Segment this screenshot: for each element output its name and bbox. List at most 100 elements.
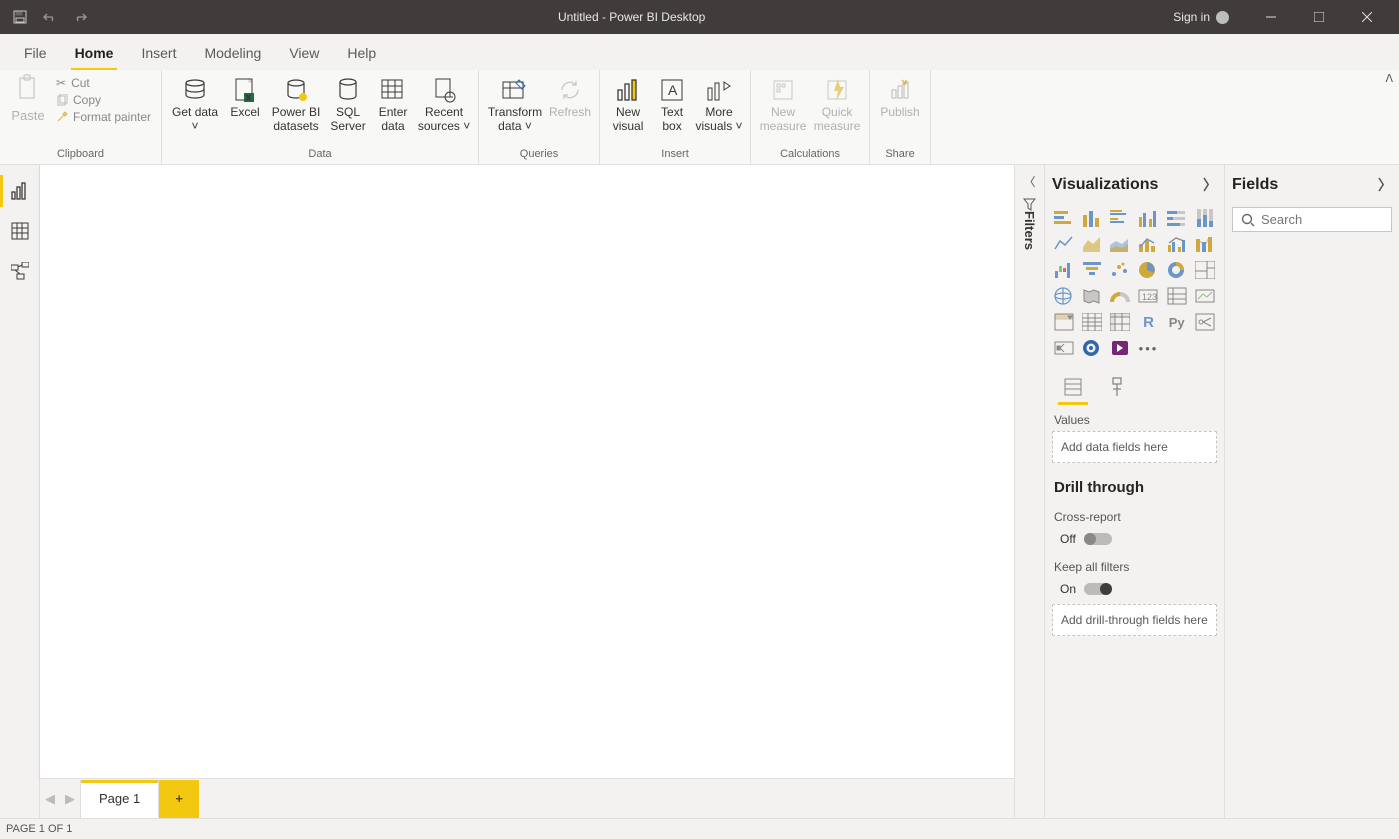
viz-waterfall-icon[interactable] <box>1052 259 1076 281</box>
viz-treemap-icon[interactable] <box>1193 259 1217 281</box>
viz-r-icon[interactable]: R <box>1136 311 1160 333</box>
fields-pane: Fields 〉 <box>1224 165 1399 818</box>
save-icon[interactable] <box>12 9 28 25</box>
svg-text:123: 123 <box>1142 292 1157 302</box>
sign-in-button[interactable]: Sign in <box>1173 10 1229 24</box>
get-data-button[interactable]: Get data ˅ <box>168 74 222 136</box>
page-tab-1[interactable]: Page 1 <box>80 780 159 818</box>
fields-search[interactable] <box>1232 207 1392 232</box>
values-dropzone[interactable]: Add data fields here <box>1052 431 1217 463</box>
cut-icon: ✂ <box>56 76 66 90</box>
tab-modeling[interactable]: Modeling <box>190 36 275 70</box>
tab-view[interactable]: View <box>275 36 333 70</box>
viz-powerapps-icon[interactable] <box>1108 337 1132 359</box>
viz-matrix-icon[interactable] <box>1108 311 1132 333</box>
viz-scatter-icon[interactable] <box>1108 259 1132 281</box>
viz-filled-map-icon[interactable] <box>1080 285 1104 307</box>
viz-donut-icon[interactable] <box>1165 259 1189 281</box>
text-box-button[interactable]: AText box <box>652 74 692 136</box>
view-report-button[interactable] <box>0 171 40 211</box>
viz-100-stacked-column-icon[interactable] <box>1193 207 1217 229</box>
viz-stacked-bar-icon[interactable] <box>1052 207 1076 229</box>
viz-python-icon[interactable]: Py <box>1165 311 1189 333</box>
group-calculations: New measure Quick measure Calculations <box>751 70 870 164</box>
tab-home[interactable]: Home <box>61 36 128 70</box>
paste-icon <box>16 74 40 108</box>
page-next-button[interactable]: ▶ <box>60 780 80 818</box>
viz-slicer-icon[interactable] <box>1052 311 1076 333</box>
viz-line-clustered-column-icon[interactable] <box>1165 233 1189 255</box>
add-page-button[interactable]: + <box>159 780 199 818</box>
new-visual-button[interactable]: New visual <box>606 74 650 136</box>
close-button[interactable] <box>1345 2 1389 32</box>
viz-decomposition-tree-icon[interactable] <box>1052 337 1076 359</box>
visualization-gallery: 123 R Py ••• <box>1052 205 1217 367</box>
viz-line-icon[interactable] <box>1052 233 1076 255</box>
viz-100-stacked-bar-icon[interactable] <box>1165 207 1189 229</box>
format-tab-button[interactable] <box>1102 373 1132 401</box>
cross-report-label: Cross-report <box>1054 510 1215 524</box>
transform-data-button[interactable]: Transform data ˅ <box>485 74 545 136</box>
publish-icon <box>885 76 915 104</box>
viz-area-icon[interactable] <box>1080 233 1104 255</box>
report-canvas[interactable] <box>40 165 1014 778</box>
viz-map-icon[interactable] <box>1052 285 1076 307</box>
publish-button: Publish <box>876 74 924 122</box>
redo-icon[interactable] <box>72 9 88 25</box>
viz-line-stacked-column-icon[interactable] <box>1136 233 1160 255</box>
fields-tab-button[interactable] <box>1058 373 1088 401</box>
group-queries: Transform data ˅ Refresh Queries <box>479 70 600 164</box>
tab-help[interactable]: Help <box>333 36 390 70</box>
fields-search-input[interactable] <box>1261 212 1399 227</box>
viz-stacked-column-icon[interactable] <box>1080 207 1104 229</box>
viz-stacked-area-icon[interactable] <box>1108 233 1132 255</box>
ribbon: Paste ✂Cut Copy Format painter Clipboard… <box>0 70 1399 165</box>
sign-in-label: Sign in <box>1173 10 1210 24</box>
get-data-icon <box>180 76 210 104</box>
copy-icon <box>56 94 68 106</box>
tab-file[interactable]: File <box>10 36 61 70</box>
keep-filters-state: On <box>1060 582 1076 596</box>
viz-clustered-column-icon[interactable] <box>1136 207 1160 229</box>
group-label-queries: Queries <box>520 146 559 164</box>
viz-clustered-bar-icon[interactable] <box>1108 207 1132 229</box>
transform-icon <box>500 76 530 104</box>
filters-collapsed-pane[interactable]: 〈 Filters <box>1014 165 1044 818</box>
page-prev-button[interactable]: ◀ <box>40 780 60 818</box>
group-clipboard: Paste ✂Cut Copy Format painter Clipboard <box>0 70 162 164</box>
drill-through-dropzone[interactable]: Add drill-through fields here <box>1052 604 1217 636</box>
sql-server-button[interactable]: SQL Server <box>326 74 370 136</box>
minimize-button[interactable] <box>1249 2 1293 32</box>
viz-kpi-icon[interactable] <box>1193 285 1217 307</box>
chevron-right-icon[interactable]: 〉 <box>1203 175 1217 195</box>
undo-icon[interactable] <box>42 9 58 25</box>
view-model-button[interactable] <box>0 251 40 291</box>
viz-gauge-icon[interactable] <box>1108 285 1132 307</box>
viz-pie-icon[interactable] <box>1136 259 1160 281</box>
more-visuals-button[interactable]: More visuals ˅ <box>694 74 744 136</box>
viz-card-icon[interactable]: 123 <box>1136 285 1160 307</box>
viz-multi-row-card-icon[interactable] <box>1165 285 1189 307</box>
cross-report-toggle[interactable] <box>1084 533 1112 545</box>
chevron-right-icon[interactable]: 〉 <box>1378 175 1392 195</box>
viz-ribbon-icon[interactable] <box>1193 233 1217 255</box>
maximize-button[interactable] <box>1297 2 1341 32</box>
viz-more-icon[interactable]: ••• <box>1136 337 1160 359</box>
tab-insert[interactable]: Insert <box>127 36 190 70</box>
cut-button: ✂Cut <box>56 76 151 90</box>
recent-sources-button[interactable]: Recent sources ˅ <box>416 74 472 136</box>
keep-filters-toggle[interactable] <box>1084 583 1112 595</box>
chevron-left-icon: 〈 <box>1023 173 1035 190</box>
collapse-ribbon-icon[interactable]: ᐱ <box>1385 72 1393 85</box>
view-data-button[interactable] <box>0 211 40 251</box>
viz-key-influencers-icon[interactable] <box>1193 311 1217 333</box>
group-label-clipboard: Clipboard <box>57 146 104 164</box>
viz-table-icon[interactable] <box>1080 311 1104 333</box>
viz-qna-icon[interactable] <box>1080 337 1104 359</box>
excel-button[interactable]: XExcel <box>224 74 266 122</box>
pbi-datasets-button[interactable]: Power BI datasets <box>268 74 324 136</box>
viz-funnel-icon[interactable] <box>1080 259 1104 281</box>
enter-data-button[interactable]: Enter data <box>372 74 414 136</box>
refresh-icon <box>555 76 585 104</box>
group-label-share: Share <box>885 146 914 164</box>
